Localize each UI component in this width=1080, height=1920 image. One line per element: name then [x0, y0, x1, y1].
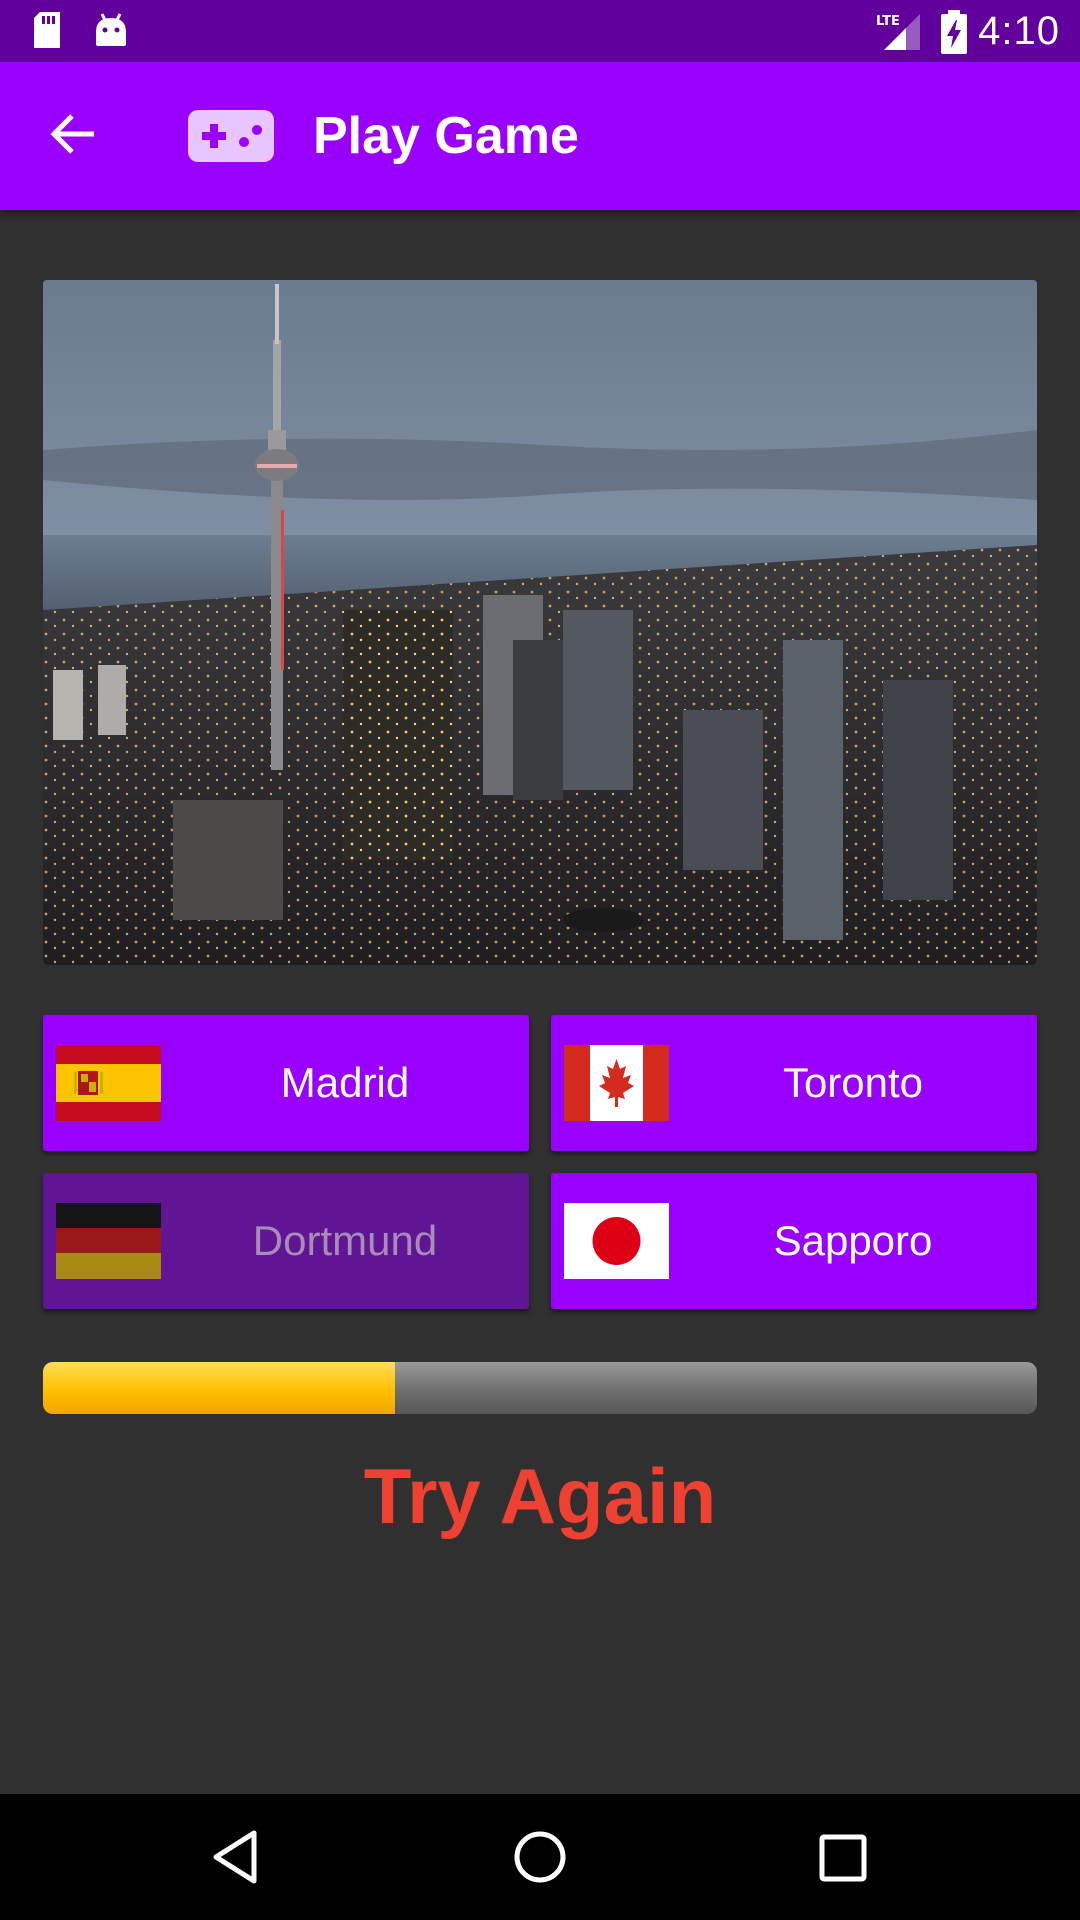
nav-home-icon[interactable]	[510, 1827, 570, 1892]
nav-back-icon[interactable]	[210, 1827, 260, 1892]
answer-label-toronto: Toronto	[782, 1059, 924, 1106]
system-navigation-bar	[0, 1794, 1080, 1920]
app-bar: Play Game	[0, 62, 1080, 210]
germany-flag-icon	[56, 1203, 161, 1279]
answer-button-sapporo[interactable]: Sapporo	[551, 1173, 1037, 1309]
canada-flag-icon	[564, 1045, 669, 1121]
arrow-back-icon	[50, 112, 98, 161]
progress-fill	[43, 1362, 395, 1414]
answer-label-sapporo: Sapporo	[773, 1217, 933, 1264]
answer-button-dortmund[interactable]: Dortmund	[43, 1173, 529, 1309]
back-button[interactable]	[30, 106, 118, 166]
android-icon	[94, 10, 128, 55]
status-bar: LTE 4:10	[0, 0, 1080, 62]
sd-card-icon	[32, 10, 62, 55]
question-city-photo	[43, 280, 1037, 965]
result-message: Try Again	[363, 1452, 717, 1540]
answer-button-toronto[interactable]: Toronto	[551, 1015, 1037, 1151]
toronto-skyline-photo	[43, 280, 1037, 965]
page-title: Play Game	[313, 107, 579, 165]
signal-lte-icon: LTE	[876, 12, 922, 57]
status-time: 4:10	[978, 9, 1060, 53]
japan-flag-icon	[564, 1203, 669, 1279]
answer-label-dortmund: Dortmund	[252, 1217, 438, 1264]
answer-button-madrid[interactable]: Madrid	[43, 1015, 529, 1151]
nav-recents-icon[interactable]	[818, 1827, 868, 1892]
answer-label-madrid: Madrid	[280, 1059, 410, 1106]
gamepad-icon	[188, 110, 274, 167]
spain-flag-icon	[56, 1045, 161, 1121]
lte-label: LTE	[876, 14, 900, 29]
battery-charging-icon	[940, 10, 968, 59]
progress-bar	[43, 1362, 1037, 1414]
